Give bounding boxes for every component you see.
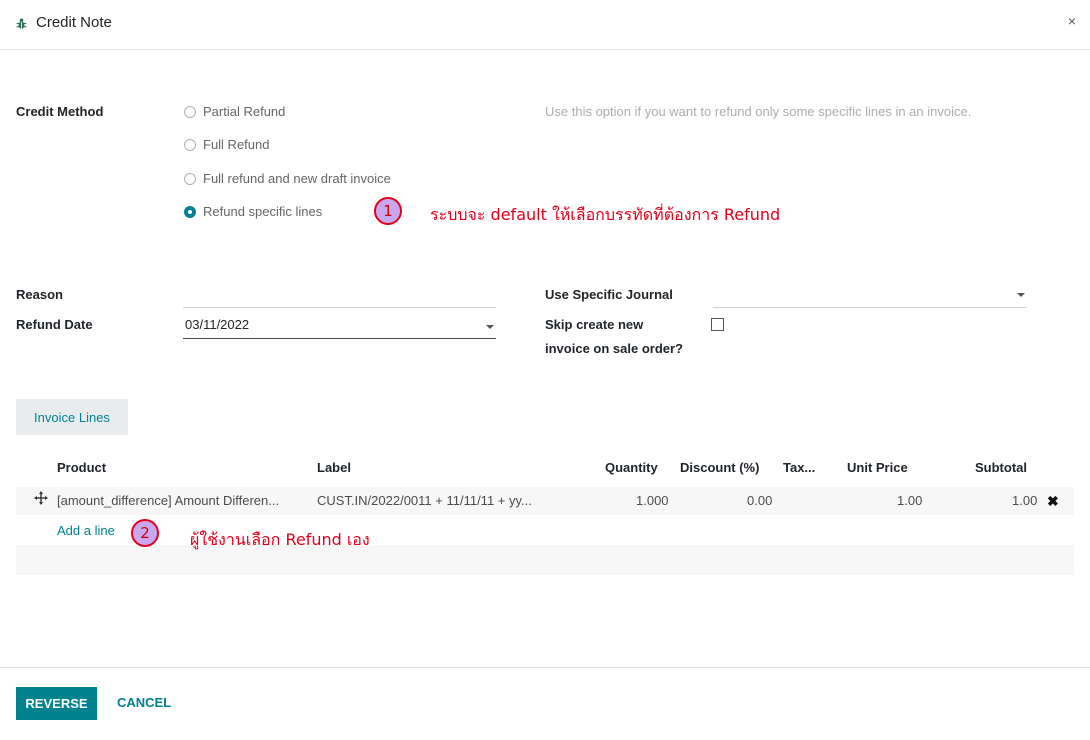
journal-label: Use Specific Journal <box>545 287 673 302</box>
tab-invoice-lines[interactable]: Invoice Lines <box>16 399 128 435</box>
radio-icon[interactable] <box>184 105 196 118</box>
cell-unit-price[interactable]: 1.00 <box>897 493 922 508</box>
reverse-button[interactable]: REVERSE <box>16 687 97 720</box>
column-header-product[interactable]: Product <box>57 460 106 475</box>
annotation-text: ผู้ใช้งานเลือก Refund เอง <box>190 530 370 549</box>
radio-checked-icon[interactable] <box>184 205 196 218</box>
refund-date-label: Refund Date <box>16 317 93 332</box>
skip-create-checkbox[interactable] <box>711 318 724 331</box>
column-header-quantity[interactable]: Quantity <box>605 460 658 475</box>
credit-method-help: Use this option if you want to refund on… <box>545 104 972 119</box>
annotation-badge: 2 <box>131 519 159 547</box>
annotation-text: ระบบจะ default ให้เลือกบรรทัดที่ต้องการ … <box>430 205 781 224</box>
radio-label: Full Refund <box>203 137 270 152</box>
column-header-unit-price[interactable]: Unit Price <box>847 460 908 475</box>
radio-full-refund-new-draft[interactable]: Full refund and new draft invoice <box>184 171 391 186</box>
dialog-header: Credit Note × <box>0 0 1090 50</box>
bug-icon <box>16 18 27 30</box>
add-line-row <box>16 515 1074 545</box>
radio-refund-specific-lines[interactable]: Refund specific lines <box>184 204 322 219</box>
radio-label: Partial Refund <box>203 104 286 119</box>
credit-method-label: Credit Method <box>16 104 104 119</box>
close-icon[interactable]: × <box>1068 13 1076 29</box>
chevron-down-icon[interactable] <box>486 325 494 329</box>
skip-label-line1: Skip create new <box>545 317 644 332</box>
drag-handle-icon[interactable] <box>34 491 48 505</box>
radio-label: Refund specific lines <box>203 204 323 219</box>
refund-date-value: 03/11/2022 <box>185 317 250 332</box>
empty-row <box>16 545 1074 575</box>
reason-input[interactable] <box>183 291 496 308</box>
journal-select[interactable] <box>713 291 1026 308</box>
radio-label: Full refund and new draft invoice <box>203 171 391 186</box>
reason-label: Reason <box>16 287 63 302</box>
cancel-button[interactable]: CANCEL <box>117 695 171 710</box>
skip-label-line2: invoice on sale order? <box>545 341 683 356</box>
delete-icon[interactable]: ✖ <box>1047 493 1059 510</box>
radio-icon[interactable] <box>184 138 196 151</box>
column-header-label[interactable]: Label <box>317 460 351 475</box>
radio-partial-refund[interactable]: Partial Refund <box>184 104 285 119</box>
column-header-tax[interactable]: Tax... <box>783 460 815 475</box>
cell-quantity[interactable]: 1.000 <box>636 493 669 508</box>
chevron-down-icon[interactable] <box>1017 293 1025 297</box>
annotation-badge: 1 <box>374 197 402 225</box>
cell-subtotal[interactable]: 1.00 <box>1012 493 1037 508</box>
dialog-title: Credit Note <box>36 14 112 31</box>
column-header-discount[interactable]: Discount (%) <box>680 460 759 475</box>
cell-product[interactable]: [amount_difference] Amount Differen... <box>57 493 279 508</box>
cell-label[interactable]: CUST.IN/2022/0011 + 11/11/11 + yy... <box>317 493 532 508</box>
radio-full-refund[interactable]: Full Refund <box>184 137 269 152</box>
column-header-subtotal[interactable]: Subtotal <box>975 460 1027 475</box>
add-line-link[interactable]: Add a line <box>57 523 115 538</box>
cell-discount[interactable]: 0.00 <box>747 493 772 508</box>
radio-icon[interactable] <box>184 172 196 185</box>
